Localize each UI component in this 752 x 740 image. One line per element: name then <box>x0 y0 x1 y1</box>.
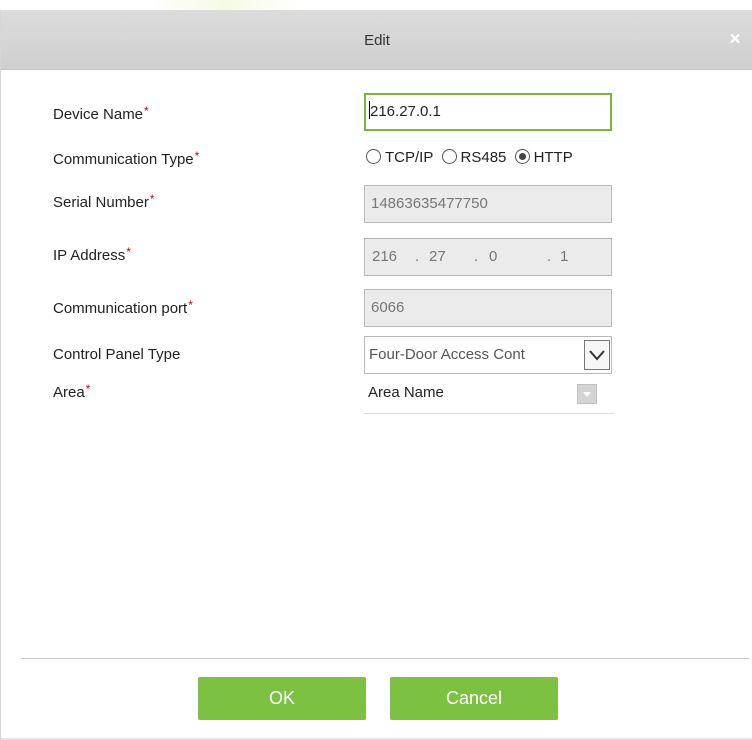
communication-type-radio-group: TCP/IP RS485 HTTP <box>364 149 575 166</box>
background-strip <box>0 0 752 10</box>
row-communication-type: Communication Type* TCP/IP RS485 HTTP <box>1 146 752 170</box>
row-control-panel-type: Control Panel Type Four-Door Access Cont <box>1 336 752 376</box>
device-name-input[interactable]: 216.27.0.1 <box>364 93 612 131</box>
device-name-label: Device Name* <box>53 104 149 123</box>
required-mark: * <box>126 245 131 259</box>
edit-dialog: Edit × Device Name* 216.27.0.1 Communica… <box>0 10 752 740</box>
row-area: Area* Area Name <box>1 374 752 414</box>
control-panel-type-select[interactable]: Four-Door Access Cont <box>364 336 612 374</box>
radio-button-checked[interactable] <box>514 149 530 164</box>
serial-number-label: Serial Number* <box>53 192 155 211</box>
communication-port-label: Communication port* <box>53 298 193 317</box>
radio-http[interactable]: HTTP <box>513 149 573 166</box>
required-mark: * <box>188 298 193 312</box>
required-mark: * <box>144 104 149 118</box>
ip-address-label: IP Address* <box>53 245 131 264</box>
row-communication-port: Communication port* 6066 <box>1 289 752 329</box>
dropdown-button-icon[interactable] <box>577 384 597 404</box>
row-serial-number: Serial Number* 14863635477750 <box>1 185 752 225</box>
chevron-down-icon[interactable] <box>584 340 610 370</box>
row-device-name: Device Name* 216.27.0.1 <box>1 92 752 132</box>
radio-tcpip[interactable]: TCP/IP <box>364 149 433 166</box>
cancel-button[interactable]: Cancel <box>390 677 558 720</box>
required-mark: * <box>85 382 91 396</box>
required-mark: * <box>194 149 200 163</box>
ip-octet-3: 0 <box>489 248 498 265</box>
serial-number-input: 14863635477750 <box>364 185 612 223</box>
area-combobox[interactable]: Area Name <box>364 374 614 414</box>
area-value: Area Name <box>368 384 444 401</box>
ip-separator: . <box>474 248 479 265</box>
dialog-title: Edit <box>364 32 390 49</box>
radio-button[interactable] <box>441 149 457 164</box>
communication-port-input: 6066 <box>364 289 612 327</box>
close-icon[interactable]: × <box>725 30 745 50</box>
communication-type-label: Communication Type* <box>53 149 200 168</box>
ip-octet-4: 1 <box>560 248 569 265</box>
ip-octet-2: 27 <box>429 248 446 265</box>
ip-separator: . <box>547 248 552 265</box>
ip-octet-1: 216 <box>372 248 398 265</box>
control-panel-type-value: Four-Door Access Cont <box>369 346 525 363</box>
ok-button[interactable]: OK <box>198 677 366 720</box>
radio-button[interactable] <box>366 149 381 164</box>
dialog-titlebar: Edit × <box>1 10 752 70</box>
footer-divider <box>21 658 749 659</box>
required-mark: * <box>149 192 155 206</box>
control-panel-type-label: Control Panel Type <box>53 346 181 363</box>
ip-address-input: 216 . 27 . 0 . 1 <box>364 238 612 276</box>
ip-separator: . <box>415 248 420 265</box>
radio-rs485[interactable]: RS485 <box>440 149 506 166</box>
area-label: Area* <box>53 382 91 401</box>
row-ip-address: IP Address* 216 . 27 . 0 . 1 <box>1 238 752 278</box>
